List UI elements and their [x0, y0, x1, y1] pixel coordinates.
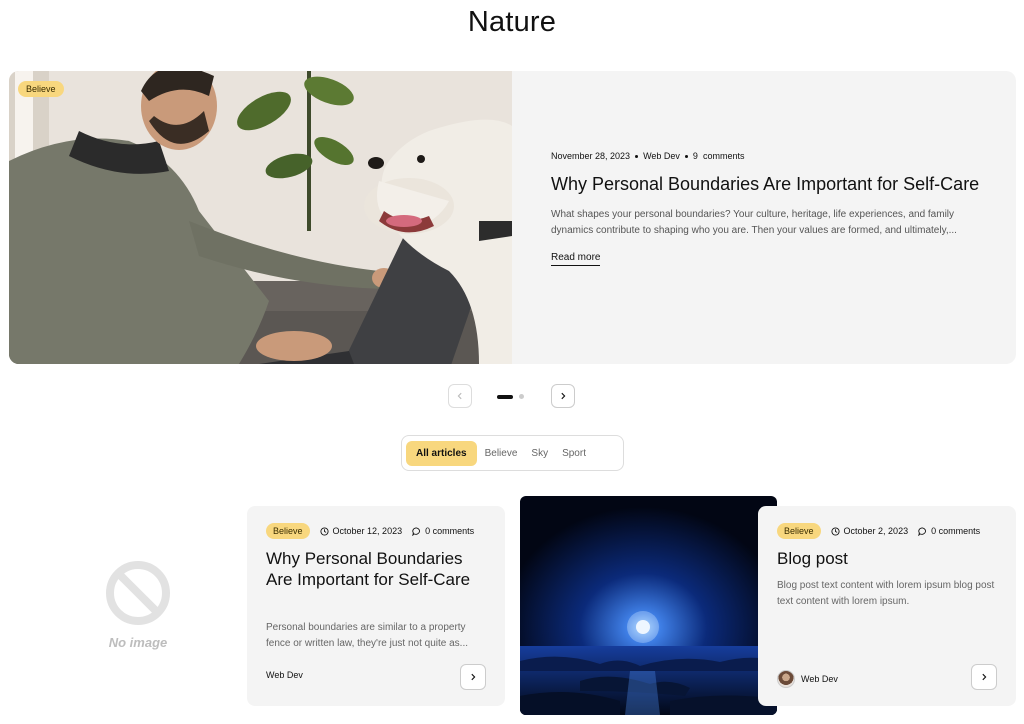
separator-dot: [684, 154, 688, 158]
chevron-right-icon: [471, 673, 476, 681]
category-badge[interactable]: Believe: [18, 81, 64, 97]
clock-icon: [319, 526, 329, 536]
man-with-dog-photo: [9, 71, 512, 364]
post-date: October 2, 2023: [830, 526, 908, 536]
post-author[interactable]: Web Dev: [777, 670, 838, 688]
featured-post-excerpt: What shapes your personal boundaries? Yo…: [551, 209, 957, 236]
chevron-right-icon: [982, 673, 987, 681]
post-title[interactable]: Blog post: [777, 548, 1002, 569]
avatar: [777, 670, 795, 688]
post-card[interactable]: Believe October 12, 2023 0 comments Why …: [247, 506, 505, 706]
post-author[interactable]: Web Dev: [266, 670, 303, 680]
comments-count[interactable]: 0 comments: [918, 526, 980, 536]
page-title: Nature: [467, 6, 557, 38]
carousel-dots: [497, 394, 524, 399]
post-meta: Believe October 2, 2023 0 comments: [777, 523, 980, 539]
separator-dot: [635, 154, 639, 158]
open-post-button[interactable]: [971, 664, 997, 690]
filter-tab-all-articles[interactable]: All articles: [406, 440, 477, 466]
filter-tab-sport[interactable]: Sport: [556, 441, 592, 466]
carousel-prev-button[interactable]: [448, 384, 472, 408]
featured-post-title[interactable]: Why Personal Boundaries Are Important fo…: [551, 173, 991, 195]
filter-tab-sky[interactable]: Sky: [525, 441, 554, 466]
category-badge[interactable]: Believe: [777, 523, 821, 539]
clock-icon: [830, 526, 840, 536]
featured-post[interactable]: Believe November 28, 2023 Web Dev 9 comm…: [9, 71, 1016, 364]
open-post-button[interactable]: [460, 664, 486, 690]
chevron-right-icon: [561, 392, 566, 400]
post-meta: November 28, 2023 Web Dev 9 comments: [551, 151, 991, 161]
featured-post-image[interactable]: Believe: [9, 71, 512, 364]
carousel-next-button[interactable]: [551, 384, 575, 408]
chevron-left-icon: [457, 392, 462, 400]
post-meta: Believe October 12, 2023 0 comments: [266, 523, 474, 539]
post-date: October 12, 2023: [319, 526, 402, 536]
category-badge[interactable]: Believe: [266, 523, 310, 539]
post-card[interactable]: Believe October 2, 2023 0 comments Blog …: [758, 506, 1016, 706]
post-author[interactable]: Web Dev: [643, 151, 680, 161]
read-more-link[interactable]: Read more: [551, 252, 601, 266]
carousel-dot[interactable]: [519, 394, 524, 399]
post-title[interactable]: Why Personal Boundaries Are Important fo…: [266, 548, 491, 590]
no-image-label: No image: [108, 635, 168, 650]
no-image-placeholder[interactable]: No image: [100, 560, 176, 650]
filter-tab-believe[interactable]: Believe: [479, 441, 524, 466]
carousel-dot-active[interactable]: [497, 394, 513, 399]
featured-post-content: November 28, 2023 Web Dev 9 comments Why…: [551, 151, 991, 266]
comment-icon: [412, 526, 420, 536]
post-image-night-sky[interactable]: [520, 496, 777, 715]
comments-count[interactable]: 9 comments: [693, 151, 745, 161]
post-excerpt: Personal boundaries are similar to a pro…: [266, 622, 469, 649]
comments-count[interactable]: 0 comments: [412, 526, 474, 536]
carousel-pagination: [0, 384, 1024, 408]
post-excerpt: Blog post text content with lorem ipsum …: [777, 580, 995, 607]
category-filter: All articles Believe Sky Sport: [401, 435, 624, 471]
comment-icon: [918, 526, 926, 536]
post-date: November 28, 2023: [551, 151, 631, 161]
no-image-icon: [106, 561, 170, 625]
moon-over-sea-photo: [520, 496, 777, 715]
